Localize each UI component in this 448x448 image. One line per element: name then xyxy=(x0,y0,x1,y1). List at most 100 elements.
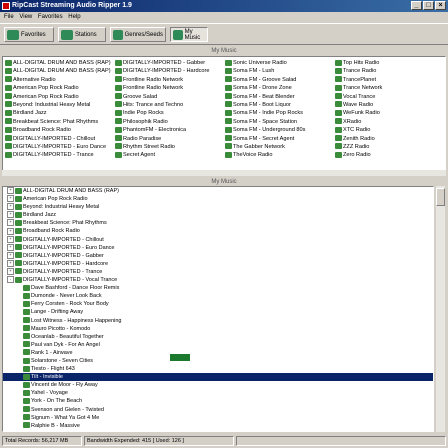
library-item[interactable]: Secret Agent xyxy=(115,151,223,159)
expand-icon[interactable]: + xyxy=(7,211,14,219)
tree-track-item[interactable]: Oceanlab - Beautiful Together xyxy=(3,333,433,341)
library-item[interactable]: Rhythm Street Radio xyxy=(115,143,223,151)
menu-file[interactable]: File xyxy=(4,12,14,22)
expand-icon[interactable]: + xyxy=(7,219,14,227)
genres-button[interactable]: Genres/Seeds xyxy=(110,27,166,42)
library-item[interactable]: Soma FM - Groove Salad xyxy=(225,76,333,84)
tree-track-item[interactable]: Yahel - Voyage xyxy=(3,389,433,397)
expand-icon[interactable]: + xyxy=(7,195,14,203)
expand-icon[interactable]: + xyxy=(7,187,14,195)
tree-station-item[interactable]: - DIGITALLY-IMPORTED - Vocal Trance xyxy=(3,276,433,284)
library-item[interactable]: DIGITALLY-IMPORTED - Trance xyxy=(5,151,113,159)
library-item[interactable]: XRadio xyxy=(335,118,443,126)
expand-icon[interactable]: + xyxy=(7,203,14,211)
library-item[interactable]: Soma FM - Underground 80s xyxy=(225,126,333,134)
menu-view[interactable]: View xyxy=(19,12,32,22)
close-button[interactable]: × xyxy=(435,1,446,10)
minimize-button[interactable]: _ xyxy=(411,1,422,10)
library-item[interactable]: Soma FM - Indie Pop Rocks xyxy=(225,109,333,117)
collapse-icon[interactable]: - xyxy=(7,276,14,284)
tree-track-item[interactable]: Lange - Drifting Away xyxy=(3,308,433,316)
tree-station-item[interactable]: + Breakbeat Science: Phat Rhythms xyxy=(3,219,433,227)
library-item[interactable]: Groove Salad xyxy=(115,93,223,101)
library-item[interactable]: Broadband Rock Radio xyxy=(5,126,113,134)
library-item[interactable]: Beyond: Industrial Heavy Metal xyxy=(5,101,113,109)
library-item[interactable]: Frontline Radio Network xyxy=(115,76,223,84)
tree-track-item[interactable]: Svenson and Gielen - Twisted xyxy=(3,406,433,414)
library-item[interactable]: Trance Radio xyxy=(335,67,443,75)
library-item[interactable]: DIGITALLY-IMPORTED - Euro Dance xyxy=(5,143,113,151)
library-item[interactable]: Sonic Universe Radio xyxy=(225,59,333,67)
library-item[interactable]: TrancePlanet xyxy=(335,76,443,84)
tree-station-item[interactable]: + Broadband Rock Radio xyxy=(3,227,433,235)
tree-track-item[interactable]: Mauro Picotto - Komodo xyxy=(3,325,433,333)
library-item[interactable]: Soma FM - Boot Liquor xyxy=(225,101,333,109)
library-item[interactable]: Soma FM - Beat Blender xyxy=(225,93,333,101)
menu-help[interactable]: Help xyxy=(68,12,80,22)
library-item[interactable]: Alternative Radio xyxy=(5,76,113,84)
tree-track-item[interactable]: York - On The Beach xyxy=(3,397,433,405)
tree-track-item[interactable]: Ralphie B - Massive xyxy=(3,422,433,430)
expand-icon[interactable]: + xyxy=(7,267,14,275)
expand-icon[interactable]: + xyxy=(7,251,14,259)
library-item[interactable]: XTC Radio xyxy=(335,126,443,134)
stations-button[interactable]: Stations xyxy=(58,27,106,42)
tree-station-item[interactable]: + ALL-DIGITAL DRUM AND BASS (RAP) xyxy=(3,187,433,195)
library-item[interactable]: Hits: Trance and Techno xyxy=(115,101,223,109)
tree-station-item[interactable]: + DIGITALLY-IMPORTED - Chillout xyxy=(3,235,433,244)
tree-station-item[interactable]: + American Pop Rock Radio xyxy=(3,195,433,203)
tree-track-item[interactable]: Dumonde - Never Look Back xyxy=(3,292,433,300)
library-item[interactable]: Frontline Radio Network xyxy=(115,84,223,92)
expand-icon[interactable]: + xyxy=(7,259,14,267)
tree-station-item[interactable]: + DIGITALLY-IMPORTED - Gabber xyxy=(3,251,433,260)
tree-track-item[interactable]: Ferry Corsten - Rock Your Body xyxy=(3,300,433,308)
tree-station-item[interactable]: + Beyond: Industrial Heavy Metal xyxy=(3,203,433,211)
library-item[interactable]: ALL-DIGITAL DRUM AND BASS (RAP) xyxy=(5,59,113,67)
tree-track-item[interactable]: Vincent de Moor - Fly Away xyxy=(3,381,433,389)
tree-track-item[interactable]: Paul van Dyk - For An Angel xyxy=(3,341,433,349)
library-item[interactable]: ALL-DIGITAL DRUM AND BASS (RAP) xyxy=(5,67,113,75)
library-item[interactable]: Top Hits Radio xyxy=(335,59,443,67)
library-item[interactable]: Trance Network xyxy=(335,84,443,92)
tree-station-item[interactable]: + DIGITALLY-IMPORTED - Trance xyxy=(3,267,433,276)
library-item[interactable]: Vocal Trance xyxy=(335,93,443,101)
tree-track-item[interactable]: Tilt - Invisible xyxy=(3,373,433,382)
horizontal-scrollbar[interactable] xyxy=(2,170,446,176)
library-item[interactable]: Birdland Jazz xyxy=(5,109,113,117)
tree-track-item[interactable]: Solarstone - Seven Cities xyxy=(3,357,433,365)
library-item[interactable]: American Pop Rock Radio xyxy=(5,84,113,92)
tree-track-item[interactable]: Signum - What Ya Got 4 Me xyxy=(3,414,433,422)
expand-icon[interactable]: + xyxy=(7,243,14,251)
vertical-scrollbar[interactable] xyxy=(436,186,445,432)
tree-station-item[interactable]: + DIGITALLY-IMPORTED - Hardcore xyxy=(3,259,433,268)
library-item[interactable]: ZZZ Radio xyxy=(335,143,443,151)
expand-icon[interactable]: + xyxy=(7,227,14,235)
library-item[interactable]: DIGITALLY-IMPORTED - Gabber xyxy=(115,59,223,67)
library-item[interactable]: Indie Pop Rocks xyxy=(115,109,223,117)
library-item[interactable]: DIGITALLY-IMPORTED - Hardcore xyxy=(115,67,223,75)
library-item[interactable]: American Pop Rock Radio xyxy=(5,93,113,101)
favorites-button[interactable]: Favorites xyxy=(4,27,54,42)
library-item[interactable]: PhantomFM - Electronica xyxy=(115,126,223,134)
menu-favorites[interactable]: Favorites xyxy=(38,12,63,22)
tree-station-item[interactable]: + Birdland Jazz xyxy=(3,211,433,219)
expand-icon[interactable]: + xyxy=(7,235,14,243)
library-item[interactable]: Zero Radio xyxy=(335,151,443,159)
library-item[interactable]: The Gabber Network xyxy=(225,143,333,151)
maximize-button[interactable]: □ xyxy=(423,1,434,10)
library-item[interactable]: DIGITALLY-IMPORTED - Chillout xyxy=(5,135,113,143)
library-item[interactable]: Soma FM - Space Station xyxy=(225,118,333,126)
tree-track-item[interactable]: Dave Bashford - Dance Floor Remix xyxy=(3,284,433,292)
tree-track-item[interactable]: Lost Witness - Happiness Happening xyxy=(3,317,433,325)
tree-station-item[interactable]: + DIGITALLY-IMPORTED - Euro Dance xyxy=(3,243,433,252)
my-music-button[interactable]: My Music xyxy=(170,27,208,42)
library-item[interactable]: Soma FM - Drone Zone xyxy=(225,84,333,92)
library-item[interactable]: Zenith Radio xyxy=(335,135,443,143)
library-item[interactable]: TheVoice Radio xyxy=(225,151,333,159)
library-item[interactable]: Philosophik Radio xyxy=(115,118,223,126)
scrollbar-thumb[interactable] xyxy=(436,188,445,206)
tree-track-item[interactable]: Tiesto - Flight 643 xyxy=(3,365,433,373)
library-item[interactable]: Breakbeat Science: Phat Rhythms xyxy=(5,118,113,126)
library-item[interactable]: WeFunk Radio xyxy=(335,109,443,117)
library-item[interactable]: Wave Radio xyxy=(335,101,443,109)
